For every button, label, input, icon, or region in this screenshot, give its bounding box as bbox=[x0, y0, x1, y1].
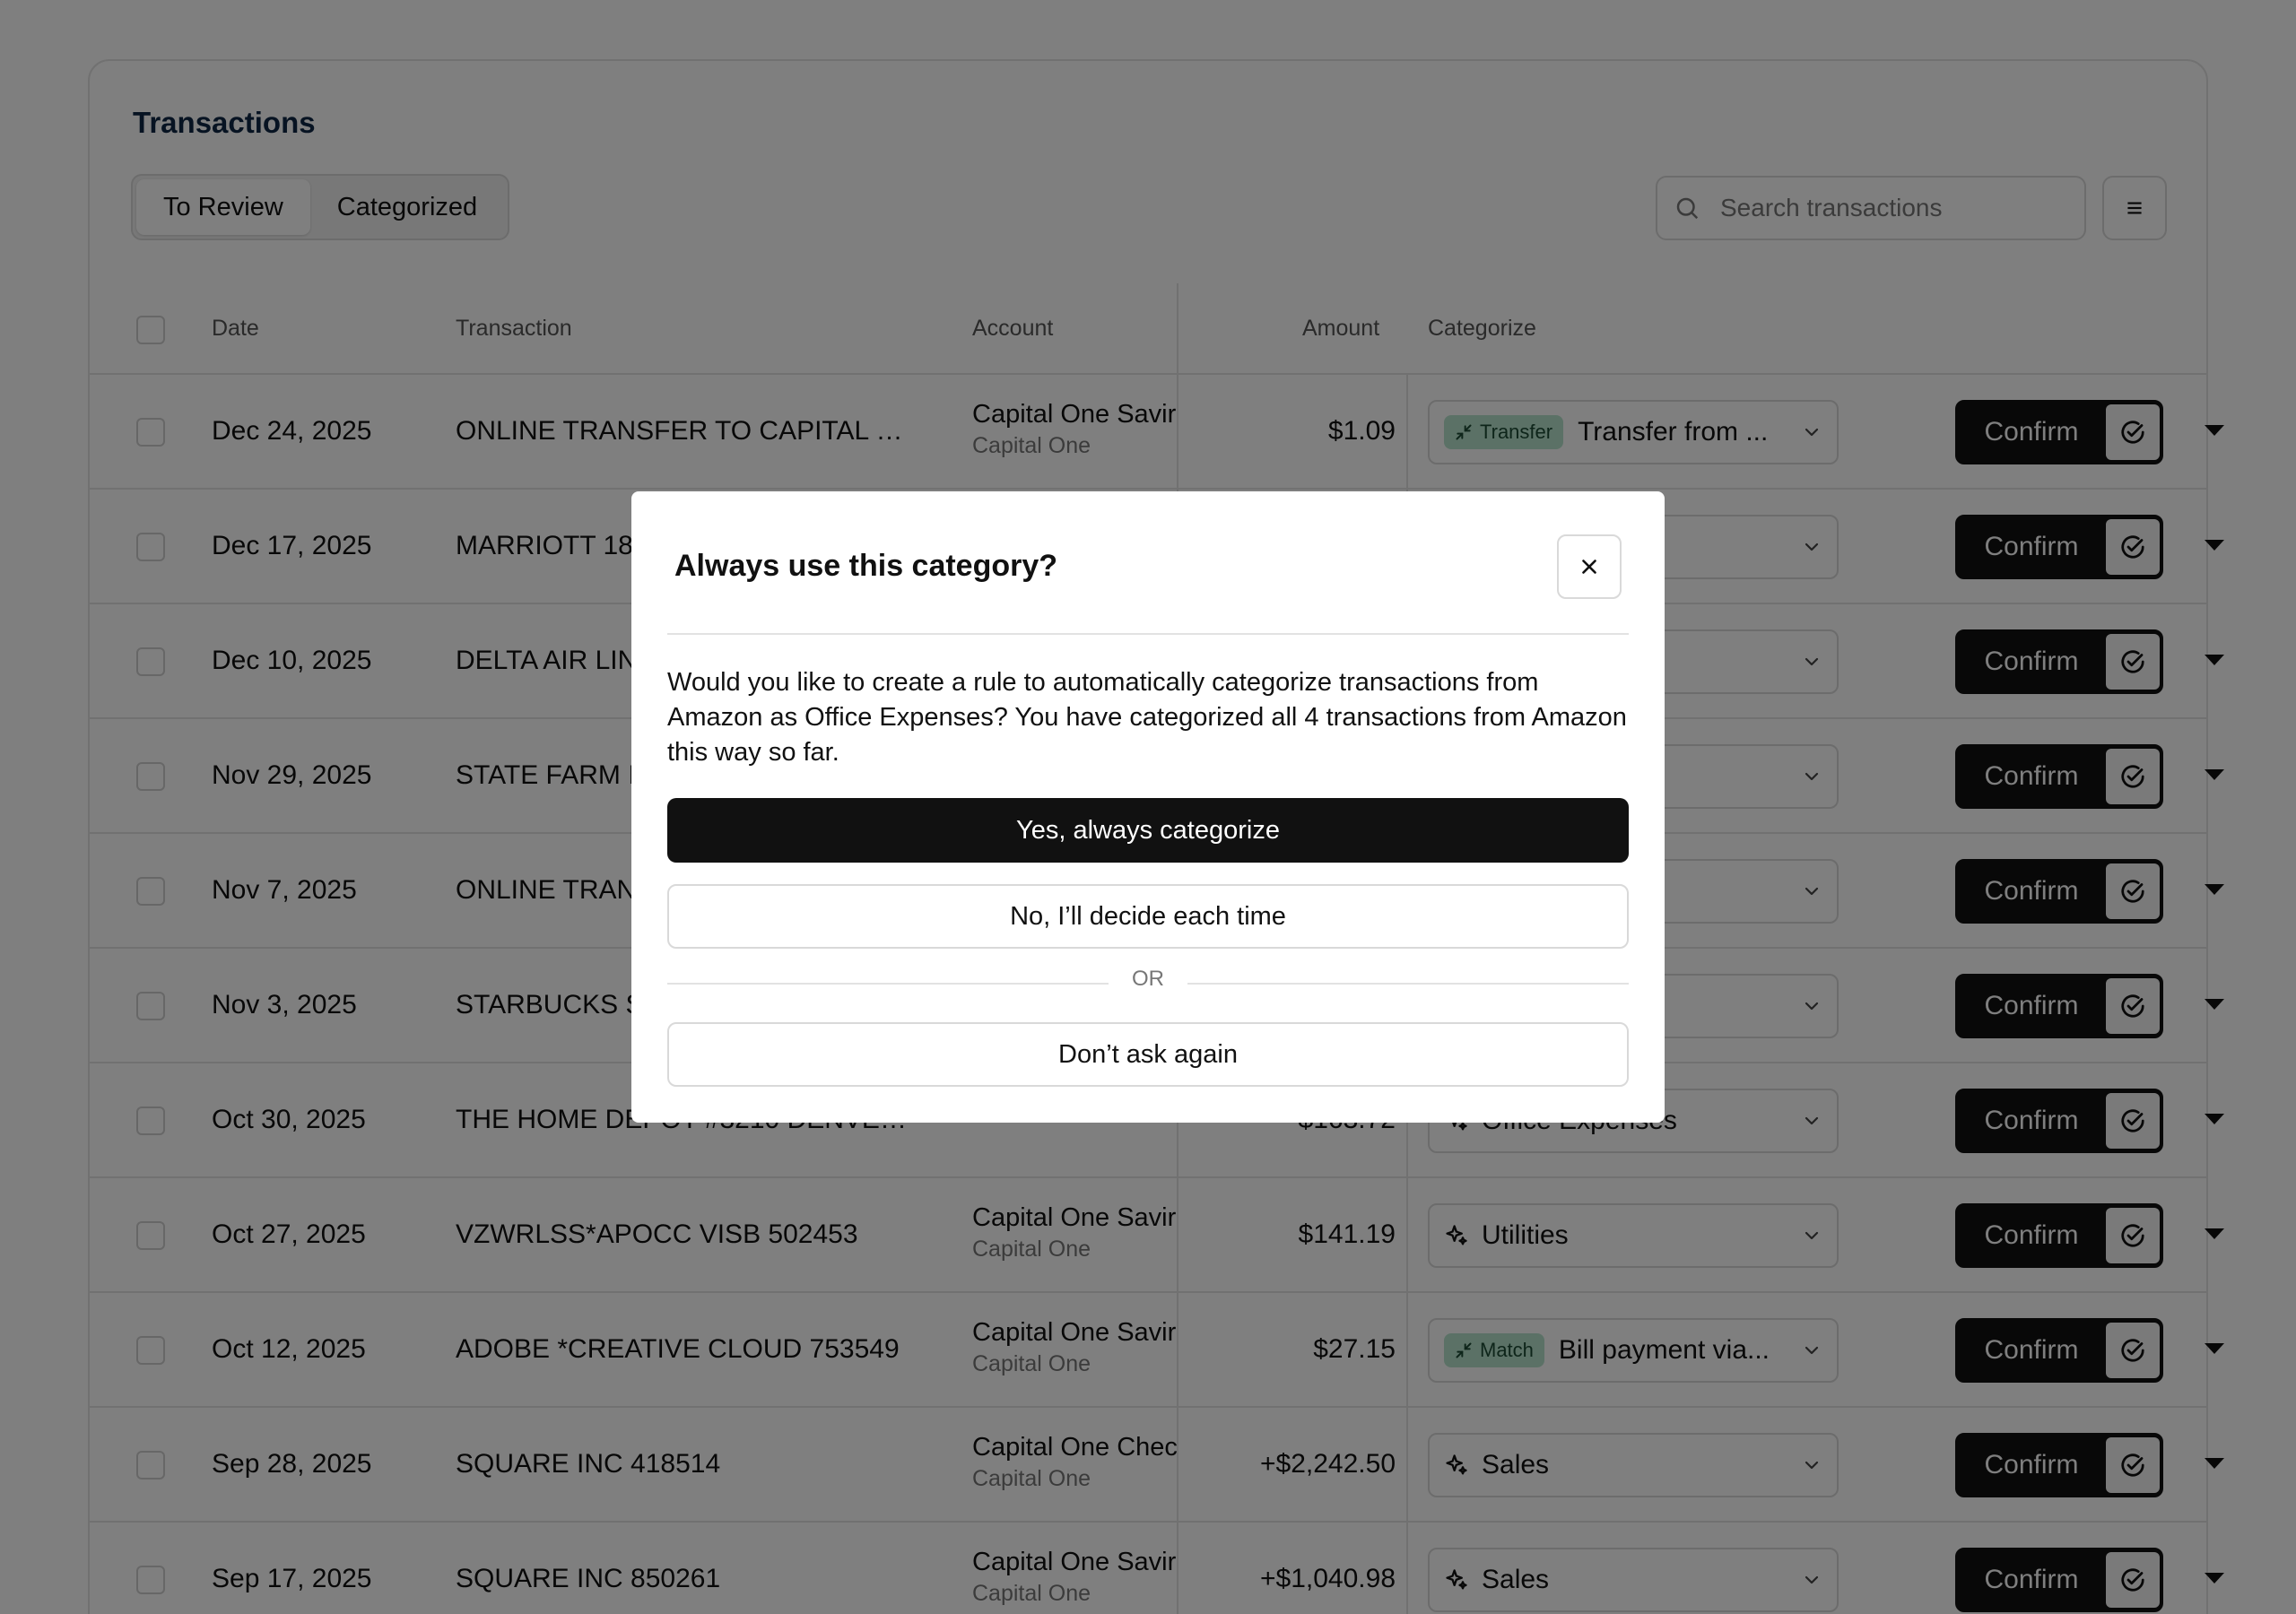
dialog-divider bbox=[667, 633, 1629, 635]
dialog-close-button[interactable] bbox=[1557, 534, 1622, 599]
or-label: OR bbox=[1109, 967, 1187, 992]
category-rule-dialog: Always use this category? Would you like… bbox=[631, 491, 1665, 1123]
always-categorize-button[interactable]: Yes, always categorize bbox=[667, 798, 1629, 863]
close-icon bbox=[1582, 560, 1596, 574]
decide-each-time-button[interactable]: No, I’ll decide each time bbox=[667, 884, 1629, 949]
dialog-title: Always use this category? bbox=[674, 549, 1058, 583]
dont-ask-again-button[interactable]: Don’t ask again bbox=[667, 1022, 1629, 1087]
dialog-message: Would you like to create a rule to autom… bbox=[667, 668, 1627, 767]
